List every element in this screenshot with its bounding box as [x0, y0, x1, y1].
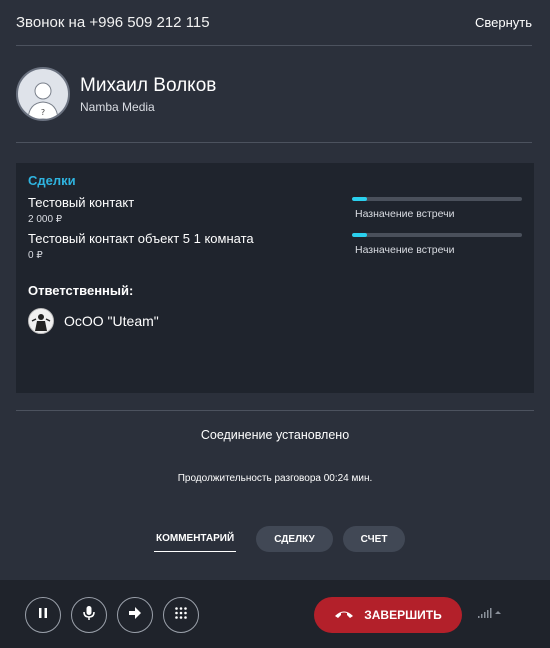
deals-title: Сделки	[28, 173, 76, 188]
deal-progress-bar	[352, 197, 522, 201]
contact-card: ? Михаил Волков Namba Media	[16, 46, 532, 143]
responsible-user[interactable]: ОсОО "Uteam"	[28, 308, 522, 334]
contact-company: Namba Media	[80, 99, 155, 114]
responsible-name[interactable]: ОсОО "Uteam"	[64, 313, 159, 329]
call-duration: Продолжительность разговора 00:24 мин.	[177, 473, 373, 484]
deals-panel: Сделки Тестовый контакт 2 000 ₽ Назначен…	[16, 163, 534, 393]
contact-name[interactable]: Михаил Волков	[80, 75, 216, 97]
collapse-link[interactable]: Свернуть	[475, 15, 532, 30]
tab-invoice[interactable]: СЧЕТ	[342, 526, 406, 552]
deal-item[interactable]: Тестовый контакт 2 000 ₽ Назначение встр…	[28, 195, 522, 231]
deal-name[interactable]: Тестовый контакт	[28, 195, 134, 210]
pause-icon	[37, 606, 49, 624]
call-header: Звонок на +996 509 212 115 Свернуть	[16, 0, 532, 46]
transfer-button[interactable]	[117, 597, 153, 633]
divider	[16, 410, 534, 411]
deal-sum: 2 000 ₽	[28, 214, 63, 225]
user-placeholder-icon: ?	[16, 67, 70, 121]
responsible-label: Ответственный:	[28, 283, 134, 298]
transfer-arrow-icon	[128, 606, 142, 625]
call-controls: ЗАВЕРШИТЬ	[0, 580, 550, 648]
deal-item[interactable]: Тестовый контакт объект 5 1 комната 0 ₽ …	[28, 231, 522, 267]
keypad-icon	[174, 606, 188, 625]
call-status: Соединение установлено	[200, 428, 350, 442]
avatar	[28, 308, 54, 334]
deal-progress-bar	[352, 233, 522, 237]
deal-stage: Назначение встречи	[355, 208, 455, 220]
deal-sum: 0 ₽	[28, 250, 43, 261]
call-title: Звонок на +996 509 212 115	[16, 14, 210, 31]
microphone-icon	[82, 605, 96, 626]
keypad-button[interactable]	[163, 597, 199, 633]
end-call-label: ЗАВЕРШИТЬ	[364, 608, 442, 622]
deal-stage: Назначение встречи	[355, 244, 455, 256]
svg-text:?: ?	[41, 108, 45, 117]
mute-button[interactable]	[71, 597, 107, 633]
hangup-phone-icon	[334, 606, 354, 624]
deal-name[interactable]: Тестовый контакт объект 5 1 комната	[28, 231, 254, 246]
end-call-button[interactable]: ЗАВЕРШИТЬ	[314, 597, 462, 633]
tab-comment[interactable]: КОММЕНТАРИЙ	[154, 526, 237, 552]
tab-deal[interactable]: СДЕЛКУ	[256, 526, 333, 552]
pause-button[interactable]	[25, 597, 61, 633]
action-tabs: КОММЕНТАРИЙ СДЕЛКУ СЧЕТ	[154, 526, 406, 552]
signal-strength-icon[interactable]	[478, 608, 502, 618]
